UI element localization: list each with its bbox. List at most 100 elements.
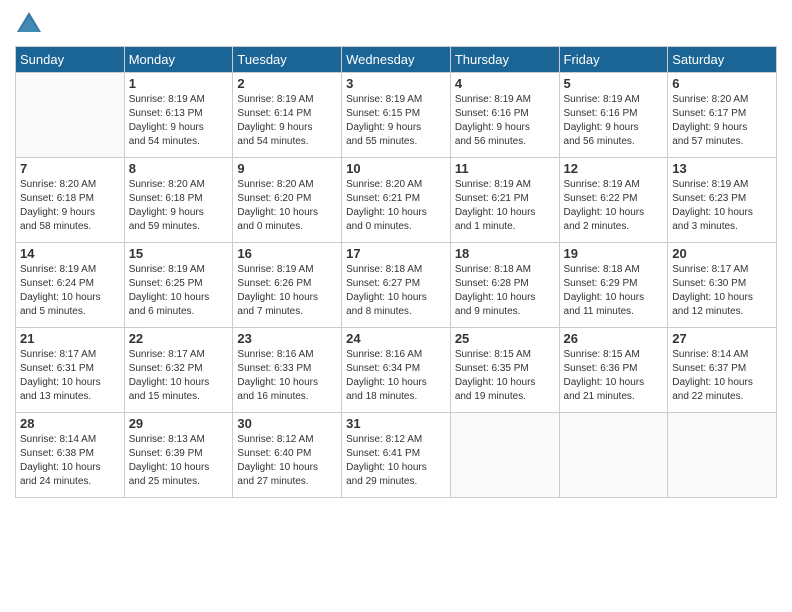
day-cell: 24 Sunrise: 8:16 AMSunset: 6:34 PMDayligh… [342, 328, 451, 413]
day-cell: 31 Sunrise: 8:12 AMSunset: 6:41 PMDayligh… [342, 413, 451, 498]
day-info: Sunrise: 8:14 AMSunset: 6:37 PMDaylight:… [672, 348, 772, 404]
week-row-5: 28Sunrise: 8:14 AMSunset: 6:38 PMDayligh… [16, 413, 777, 498]
day-cell: 6 Sunrise: 8:20 AMSunset: 6:17 PMDaylight… [668, 73, 777, 158]
day-cell: 25Sunrise: 8:15 AMSunset: 6:35 PMDayligh… [450, 328, 559, 413]
day-number: 24 [346, 331, 446, 346]
day-cell: 3Sunrise: 8:19 AMSunset: 6:15 PMDaylight… [342, 73, 451, 158]
logo [15, 10, 47, 38]
day-cell: 15Sunrise: 8:19 AMSunset: 6:25 PMDayligh… [124, 243, 233, 328]
day-info: Sunrise: 8:18 AMSunset: 6:29 PMDaylight:… [564, 263, 664, 319]
day-info: Sunrise: 8:17 AMSunset: 6:32 PMDaylight:… [129, 348, 229, 404]
day-info: Sunrise: 8:19 AMSunset: 6:26 PMDaylight:… [237, 263, 337, 319]
day-number: 11 [455, 161, 555, 176]
day-cell [559, 413, 668, 498]
day-number: 17 [346, 246, 446, 261]
col-header-sunday: Sunday [16, 47, 125, 73]
day-cell: 1Sunrise: 8:19 AMSunset: 6:13 PMDaylight… [124, 73, 233, 158]
week-row-2: 7 Sunrise: 8:20 AMSunset: 6:18 PMDaylight… [16, 158, 777, 243]
day-number: 30 [237, 416, 337, 431]
day-info: Sunrise: 8:12 AMSunset: 6:41 PMDaylight:… [346, 433, 446, 489]
day-cell: 18 Sunrise: 8:18 AMSunset: 6:28 PMDayligh… [450, 243, 559, 328]
page: SundayMondayTuesdayWednesdayThursdayFrid… [0, 0, 792, 612]
day-number: 19 [564, 246, 664, 261]
col-header-monday: Monday [124, 47, 233, 73]
day-number: 27 [672, 331, 772, 346]
calendar-table: SundayMondayTuesdayWednesdayThursdayFrid… [15, 46, 777, 498]
day-cell: 4Sunrise: 8:19 AMSunset: 6:16 PMDaylight… [450, 73, 559, 158]
week-row-4: 21Sunrise: 8:17 AMSunset: 6:31 PMDayligh… [16, 328, 777, 413]
day-number: 5 [564, 76, 664, 91]
day-info: Sunrise: 8:20 AMSunset: 6:18 PMDaylight:… [20, 178, 120, 234]
day-info: Sunrise: 8:20 AMSunset: 6:17 PMDaylight:… [672, 93, 772, 149]
day-cell [16, 73, 125, 158]
day-info: Sunrise: 8:19 AMSunset: 6:16 PMDaylight:… [564, 93, 664, 149]
day-number: 23 [237, 331, 337, 346]
day-info: Sunrise: 8:19 AMSunset: 6:22 PMDaylight:… [564, 178, 664, 234]
day-info: Sunrise: 8:17 AMSunset: 6:31 PMDaylight:… [20, 348, 120, 404]
day-info: Sunrise: 8:20 AMSunset: 6:18 PMDaylight:… [129, 178, 229, 234]
day-info: Sunrise: 8:19 AMSunset: 6:13 PMDaylight:… [129, 93, 229, 149]
day-info: Sunrise: 8:19 AMSunset: 6:23 PMDaylight:… [672, 178, 772, 234]
logo-icon [15, 10, 43, 38]
day-info: Sunrise: 8:15 AMSunset: 6:35 PMDaylight:… [455, 348, 555, 404]
day-info: Sunrise: 8:20 AMSunset: 6:20 PMDaylight:… [237, 178, 337, 234]
day-number: 29 [129, 416, 229, 431]
day-info: Sunrise: 8:14 AMSunset: 6:38 PMDaylight:… [20, 433, 120, 489]
week-row-1: 1Sunrise: 8:19 AMSunset: 6:13 PMDaylight… [16, 73, 777, 158]
day-info: Sunrise: 8:17 AMSunset: 6:30 PMDaylight:… [672, 263, 772, 319]
day-number: 7 [20, 161, 120, 176]
day-number: 3 [346, 76, 446, 91]
day-number: 18 [455, 246, 555, 261]
day-cell: 20 Sunrise: 8:17 AMSunset: 6:30 PMDayligh… [668, 243, 777, 328]
day-number: 13 [672, 161, 772, 176]
day-cell: 26 Sunrise: 8:15 AMSunset: 6:36 PMDayligh… [559, 328, 668, 413]
day-info: Sunrise: 8:18 AMSunset: 6:27 PMDaylight:… [346, 263, 446, 319]
day-cell: 9 Sunrise: 8:20 AMSunset: 6:20 PMDaylight… [233, 158, 342, 243]
day-number: 31 [346, 416, 446, 431]
day-number: 15 [129, 246, 229, 261]
day-cell: 17 Sunrise: 8:18 AMSunset: 6:27 PMDayligh… [342, 243, 451, 328]
day-number: 20 [672, 246, 772, 261]
day-cell [668, 413, 777, 498]
day-info: Sunrise: 8:16 AMSunset: 6:34 PMDaylight:… [346, 348, 446, 404]
day-info: Sunrise: 8:16 AMSunset: 6:33 PMDaylight:… [237, 348, 337, 404]
day-number: 9 [237, 161, 337, 176]
day-cell [450, 413, 559, 498]
day-cell: 19 Sunrise: 8:18 AMSunset: 6:29 PMDayligh… [559, 243, 668, 328]
day-cell: 23 Sunrise: 8:16 AMSunset: 6:33 PMDayligh… [233, 328, 342, 413]
day-cell: 21Sunrise: 8:17 AMSunset: 6:31 PMDayligh… [16, 328, 125, 413]
day-cell: 5 Sunrise: 8:19 AMSunset: 6:16 PMDaylight… [559, 73, 668, 158]
day-cell: 11Sunrise: 8:19 AMSunset: 6:21 PMDayligh… [450, 158, 559, 243]
day-number: 8 [129, 161, 229, 176]
day-info: Sunrise: 8:15 AMSunset: 6:36 PMDaylight:… [564, 348, 664, 404]
col-header-tuesday: Tuesday [233, 47, 342, 73]
day-info: Sunrise: 8:19 AMSunset: 6:14 PMDaylight:… [237, 93, 337, 149]
day-info: Sunrise: 8:18 AMSunset: 6:28 PMDaylight:… [455, 263, 555, 319]
day-cell: 10Sunrise: 8:20 AMSunset: 6:21 PMDayligh… [342, 158, 451, 243]
day-cell: 29 Sunrise: 8:13 AMSunset: 6:39 PMDayligh… [124, 413, 233, 498]
day-cell: 12Sunrise: 8:19 AMSunset: 6:22 PMDayligh… [559, 158, 668, 243]
week-row-3: 14Sunrise: 8:19 AMSunset: 6:24 PMDayligh… [16, 243, 777, 328]
day-cell: 30 Sunrise: 8:12 AMSunset: 6:40 PMDayligh… [233, 413, 342, 498]
day-cell: 14Sunrise: 8:19 AMSunset: 6:24 PMDayligh… [16, 243, 125, 328]
day-number: 10 [346, 161, 446, 176]
col-header-saturday: Saturday [668, 47, 777, 73]
col-header-thursday: Thursday [450, 47, 559, 73]
day-number: 16 [237, 246, 337, 261]
day-cell: 7 Sunrise: 8:20 AMSunset: 6:18 PMDaylight… [16, 158, 125, 243]
day-number: 26 [564, 331, 664, 346]
col-header-wednesday: Wednesday [342, 47, 451, 73]
day-number: 6 [672, 76, 772, 91]
day-number: 22 [129, 331, 229, 346]
col-header-friday: Friday [559, 47, 668, 73]
day-cell: 27 Sunrise: 8:14 AMSunset: 6:37 PMDayligh… [668, 328, 777, 413]
day-cell: 8 Sunrise: 8:20 AMSunset: 6:18 PMDaylight… [124, 158, 233, 243]
day-info: Sunrise: 8:12 AMSunset: 6:40 PMDaylight:… [237, 433, 337, 489]
day-number: 2 [237, 76, 337, 91]
day-info: Sunrise: 8:13 AMSunset: 6:39 PMDaylight:… [129, 433, 229, 489]
day-cell: 28Sunrise: 8:14 AMSunset: 6:38 PMDayligh… [16, 413, 125, 498]
header [15, 10, 777, 38]
day-cell: 2 Sunrise: 8:19 AMSunset: 6:14 PMDaylight… [233, 73, 342, 158]
day-number: 14 [20, 246, 120, 261]
day-info: Sunrise: 8:19 AMSunset: 6:16 PMDaylight:… [455, 93, 555, 149]
